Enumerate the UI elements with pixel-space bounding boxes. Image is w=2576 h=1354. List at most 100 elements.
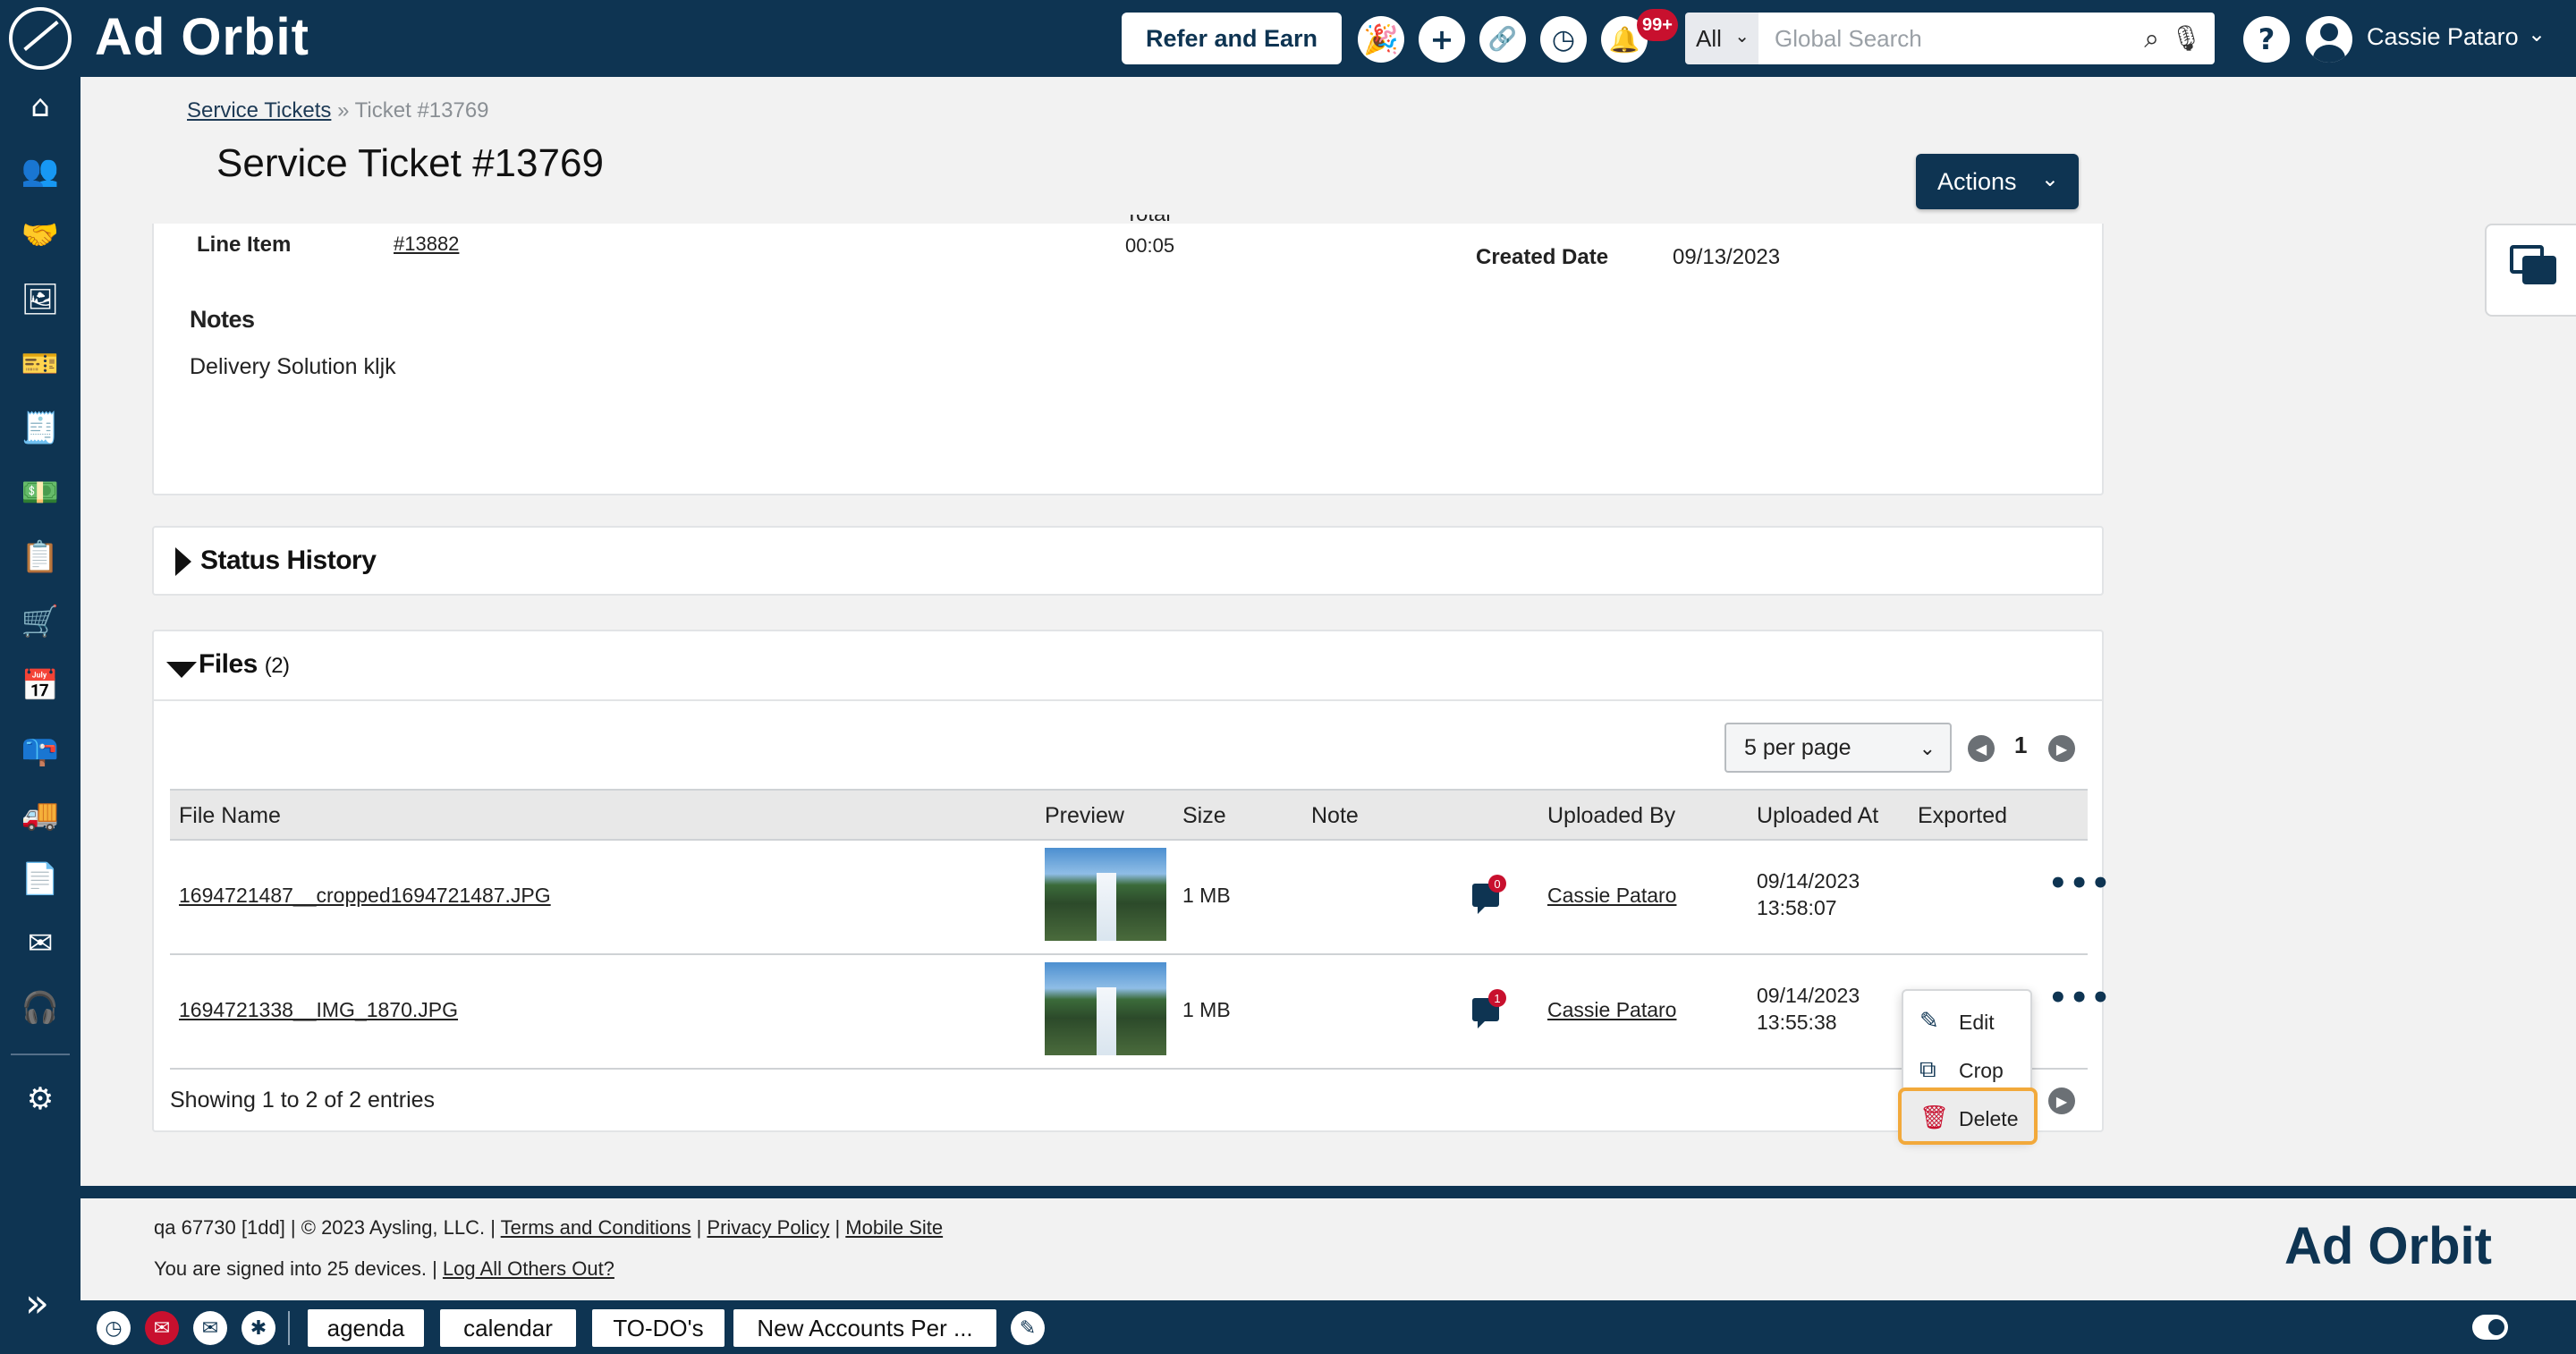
handshake-icon[interactable]: 🤝 [21, 217, 59, 253]
notifications-badge: 99+ [1637, 9, 1678, 41]
message-icon[interactable]: ✉ [193, 1311, 227, 1345]
edit-pencil-icon[interactable]: ✎ [1011, 1311, 1045, 1345]
file-name-link[interactable]: 1694721487__cropped1694721487.JPG [179, 884, 551, 908]
add-icon[interactable]: + [1419, 16, 1465, 63]
w2-form-icon[interactable]: 📄 [21, 861, 59, 897]
col-uploaded-by[interactable]: Uploaded By [1547, 803, 1675, 829]
col-size[interactable]: Size [1182, 803, 1226, 829]
per-page-value: 5 per page [1744, 734, 1852, 760]
privacy-link[interactable]: Privacy Policy [707, 1216, 829, 1239]
clipboard-check-icon[interactable]: 📋 [21, 539, 59, 575]
contacts-icon[interactable]: 👥 [21, 153, 59, 189]
refer-and-earn-button[interactable]: Refer and Earn [1122, 13, 1342, 64]
more-options-icon[interactable]: ••• [2048, 866, 2112, 901]
note-comment-icon[interactable]: 0 [1472, 875, 1506, 914]
terms-link[interactable]: Terms and Conditions [501, 1216, 691, 1239]
menu-item-crop[interactable]: ⧉ Crop [1903, 1046, 2034, 1093]
col-exported[interactable]: Exported [1918, 803, 2007, 829]
status-history-card[interactable]: Status History [152, 526, 2104, 596]
search-icon[interactable]: ⌕ [2144, 23, 2159, 55]
home-icon[interactable]: ⌂ [23, 89, 57, 124]
crop-icon: ⧉ [1919, 1055, 1936, 1082]
waterfall-shape [1097, 987, 1116, 1055]
trash-icon: 🗑 [1919, 1104, 1950, 1130]
search-scope-value: All [1696, 24, 1722, 52]
support-headset-icon[interactable]: 🎧 [21, 990, 59, 1026]
chat-button[interactable] [2485, 224, 2576, 317]
calendar-star-icon[interactable]: 📅 [21, 668, 59, 704]
breadcrumb-service-tickets[interactable]: Service Tickets [187, 98, 331, 123]
uploaded-by-link[interactable]: Cassie Pataro [1547, 884, 1676, 908]
sidebar-divider [11, 1054, 70, 1055]
col-note[interactable]: Note [1311, 803, 1359, 829]
help-icon[interactable]: ? [2243, 16, 2290, 63]
taskbar-calendar-button[interactable]: calendar [440, 1309, 576, 1347]
file-preview-thumbnail[interactable] [1045, 962, 1166, 1055]
file-preview-thumbnail[interactable] [1045, 848, 1166, 941]
breadcrumb-separator: » [337, 98, 350, 123]
history-clock-icon[interactable]: ◷ [1540, 16, 1587, 63]
note-count-badge: 1 [1488, 989, 1506, 1007]
next-page-icon[interactable]: ▶ [2048, 1087, 2075, 1114]
user-name[interactable]: Cassie Pataro [2367, 23, 2519, 51]
toggle-switch[interactable] [2472, 1315, 2508, 1340]
per-page-select[interactable]: 5 per page ⌄ [1724, 723, 1952, 773]
footer-line-2: You are signed into 25 devices. | Log Al… [154, 1257, 614, 1281]
col-file-name[interactable]: File Name [179, 803, 281, 829]
chevron-down-icon: ⌄ [1734, 27, 1750, 47]
link-icon[interactable]: 🔗 [1479, 16, 1526, 63]
footer-divider [80, 1186, 2576, 1198]
chat-bubble-icon [2522, 256, 2556, 284]
taskbar-todos-button[interactable]: TO-DO's [592, 1309, 724, 1347]
menu-item-edit-label: Edit [1959, 1011, 1995, 1034]
taskbar-new-accounts-button[interactable]: New Accounts Per ... [733, 1309, 996, 1347]
menu-item-edit[interactable]: ✎ Edit [1903, 998, 2034, 1045]
mailbox-icon[interactable]: 📪 [21, 732, 59, 768]
menu-item-delete[interactable]: 🗑 Delete [1898, 1087, 2038, 1145]
email-alert-icon[interactable]: ✉ [145, 1311, 179, 1345]
breadcrumb: Service Tickets » Ticket #13769 [187, 98, 489, 123]
actions-button[interactable]: Actions ⌄ [1916, 154, 2079, 209]
file-name-link[interactable]: 1694721338__IMG_1870.JPG [179, 998, 458, 1022]
footer-devices: You are signed into 25 devices. | [154, 1257, 437, 1280]
slack-icon[interactable]: ✱ [242, 1311, 275, 1345]
col-preview[interactable]: Preview [1045, 803, 1124, 829]
col-uploaded-at[interactable]: Uploaded At [1757, 803, 1878, 829]
total-value: 00:05 [1125, 234, 1175, 257]
microphone-icon[interactable]: 🎙 [2170, 23, 2202, 53]
image-gallery-icon[interactable]: 🖼 [21, 282, 59, 317]
table-row: 1694721487__cropped1694721487.JPG 1 MB 0… [170, 841, 2110, 955]
uploaded-by-link[interactable]: Cassie Pataro [1547, 998, 1676, 1022]
log-others-out-link[interactable]: Log All Others Out? [443, 1257, 614, 1280]
user-avatar-icon[interactable] [2306, 16, 2352, 63]
settings-gear-icon[interactable]: ⚙ [23, 1081, 57, 1117]
waterfall-shape [1097, 873, 1116, 941]
created-date-label: Created Date [1476, 245, 1609, 269]
user-menu-chevron-icon[interactable]: ⌄ [2528, 21, 2546, 47]
orbit-logo-icon[interactable] [9, 7, 72, 70]
cart-icon[interactable]: 🛒 [21, 604, 59, 639]
note-comment-icon[interactable]: 1 [1472, 989, 1506, 1028]
top-bar: Ad Orbit Refer and Earn 🎉 + 🔗 ◷ 🔔 99+ Al… [0, 0, 2576, 77]
files-title[interactable]: Files (2) [199, 649, 290, 680]
taskbar-agenda-button[interactable]: agenda [308, 1309, 424, 1347]
party-popper-icon[interactable]: 🎉 [1358, 16, 1404, 63]
mobile-site-link[interactable]: Mobile Site [845, 1216, 943, 1239]
line-item-link[interactable]: #13882 [394, 233, 459, 256]
next-page-icon[interactable]: ▶ [2048, 735, 2075, 762]
expand-sidebar-icon[interactable]: » [25, 1281, 49, 1326]
previous-page-icon[interactable]: ◀ [1968, 735, 1995, 762]
mail-icon[interactable]: ✉ [23, 926, 57, 961]
billing-icon[interactable]: 💵 [21, 475, 59, 511]
collapse-caret-icon[interactable] [166, 662, 197, 678]
ticket-icon[interactable]: 🎫 [21, 346, 59, 382]
clock-icon[interactable]: ◷ [97, 1311, 131, 1345]
status-history-title[interactable]: Status History [200, 546, 377, 576]
expand-caret-icon[interactable] [175, 547, 191, 576]
global-search-input[interactable] [1758, 13, 2134, 64]
invoice-icon[interactable]: 🧾 [21, 410, 59, 446]
more-options-icon[interactable]: ••• [2048, 980, 2112, 1016]
search-scope-select[interactable]: All ⌄ [1685, 13, 1758, 64]
brand-logo[interactable]: Ad Orbit [95, 7, 309, 67]
delivery-truck-icon[interactable]: 🚚 [21, 797, 59, 833]
